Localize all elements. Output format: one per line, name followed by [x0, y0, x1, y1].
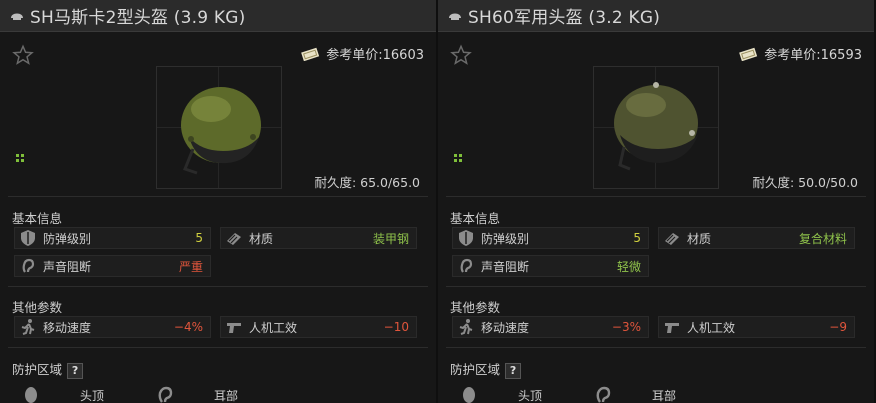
item-title-bar: SH60军用头盔 (3.2 KG) — [438, 0, 874, 32]
divider — [446, 196, 866, 197]
running-icon — [21, 319, 35, 335]
favorite-star-icon[interactable] — [450, 44, 472, 66]
stat-value: 5 — [195, 231, 203, 245]
stat-label: 声音阻断 — [481, 259, 530, 274]
stat-label: 人机工效 — [687, 320, 736, 335]
zone-head: 头顶 — [460, 386, 542, 403]
item-title: SH60军用头盔 (3.2 KG) — [468, 8, 661, 28]
help-button[interactable]: ? — [505, 362, 522, 379]
head-zone-icon — [463, 387, 475, 403]
section-basic-info: 基本信息 — [450, 211, 501, 226]
section-protection-zone: 防护区域? — [12, 359, 84, 379]
stat-label: 移动速度 — [43, 320, 92, 335]
helmet-image — [614, 82, 698, 171]
zone-label: 耳部 — [214, 388, 239, 403]
stat-value: 装甲钢 — [372, 231, 409, 246]
comparison-view: SH马斯卡2型头盔 (3.9 KG) 参考单价:16603 耐久度: 65.0/… — [0, 0, 876, 403]
shield-icon — [21, 230, 35, 246]
stat-label: 防弹级别 — [43, 231, 92, 246]
item-title-bar: SH马斯卡2型头盔 (3.9 KG) — [0, 0, 436, 32]
section-other-params: 其他参数 — [12, 300, 63, 315]
head-zone-icon — [25, 387, 37, 403]
stat-material: 材质 复合材料 — [658, 227, 855, 249]
ear-zone-icon — [158, 386, 173, 403]
pistol-icon — [227, 323, 241, 333]
divider — [446, 347, 866, 348]
stat-label: 防弹级别 — [481, 231, 530, 246]
divider — [8, 347, 428, 348]
section-label: 防护区域 — [450, 362, 501, 377]
section-label: 防护区域 — [12, 362, 63, 377]
price-text: 参考单价:16593 — [764, 48, 862, 63]
help-button[interactable]: ? — [67, 362, 84, 379]
stat-label: 人机工效 — [249, 320, 298, 335]
divider — [8, 286, 428, 287]
stat-value: −9 — [829, 320, 847, 334]
grid-size-icon — [454, 154, 462, 162]
stat-value: −4% — [173, 320, 203, 334]
stat-label: 移动速度 — [481, 320, 530, 335]
stat-sound-block: 声音阻断 严重 — [14, 255, 211, 277]
stat-label: 材质 — [687, 231, 712, 246]
material-plates-icon — [227, 233, 241, 245]
divider — [446, 286, 866, 287]
item-title: SH马斯卡2型头盔 (3.9 KG) — [30, 8, 246, 28]
stat-value: 复合材料 — [798, 231, 847, 246]
helmet-icon — [449, 13, 461, 20]
helmet-image — [181, 87, 261, 175]
stat-value: 轻微 — [616, 259, 641, 274]
stat-armor-class: 防弹级别 5 — [14, 227, 211, 249]
stat-armor-class: 防弹级别 5 — [452, 227, 649, 249]
item-image-frame — [156, 66, 282, 189]
ear-icon — [22, 258, 35, 273]
durability-text: 耐久度: 65.0/65.0 — [314, 175, 420, 190]
zone-label: 头顶 — [80, 388, 105, 403]
divider — [8, 196, 428, 197]
running-icon — [459, 319, 473, 335]
stat-move-speed: 移动速度 −4% — [14, 316, 211, 338]
stat-value: −3% — [611, 320, 641, 334]
stat-sound-block: 声音阻断 轻微 — [452, 255, 649, 277]
grid-size-icon — [16, 154, 24, 162]
stat-move-speed: 移动速度 −3% — [452, 316, 649, 338]
section-protection-zone: 防护区域? — [450, 359, 522, 379]
ear-icon — [460, 258, 473, 273]
item-panel-left: SH马斯卡2型头盔 (3.9 KG) 参考单价:16603 耐久度: 65.0/… — [0, 0, 436, 403]
helmet-icon — [11, 13, 23, 20]
durability-text: 耐久度: 50.0/50.0 — [752, 175, 858, 190]
item-image-frame — [593, 66, 719, 189]
material-plates-icon — [665, 233, 679, 245]
reference-price: 参考单价:16593 — [738, 44, 862, 63]
price-text: 参考单价:16603 — [326, 48, 424, 63]
zone-ears: 耳部 — [594, 386, 676, 403]
stat-label: 声音阻断 — [43, 259, 92, 274]
section-basic-info: 基本信息 — [12, 211, 63, 226]
item-panel-right: SH60军用头盔 (3.2 KG) 参考单价:16593 耐久度: 50.0/5… — [438, 0, 874, 403]
zone-head: 头顶 — [22, 386, 104, 403]
favorite-star-icon[interactable] — [12, 44, 34, 66]
stat-label: 材质 — [249, 231, 274, 246]
stat-value: 严重 — [178, 259, 203, 274]
stat-ergonomics: 人机工效 −10 — [220, 316, 417, 338]
stat-value: −10 — [383, 320, 409, 334]
zone-label: 头顶 — [518, 388, 543, 403]
ear-zone-icon — [596, 386, 611, 403]
zone-ears: 耳部 — [156, 386, 238, 403]
stat-value: 5 — [633, 231, 641, 245]
shield-icon — [459, 230, 473, 246]
stat-ergonomics: 人机工效 −9 — [658, 316, 855, 338]
reference-price: 参考单价:16603 — [300, 44, 424, 63]
section-other-params: 其他参数 — [450, 300, 501, 315]
money-icon — [301, 47, 320, 61]
pistol-icon — [665, 323, 679, 333]
zone-label: 耳部 — [652, 388, 677, 403]
stat-material: 材质 装甲钢 — [220, 227, 417, 249]
money-icon — [739, 47, 758, 61]
